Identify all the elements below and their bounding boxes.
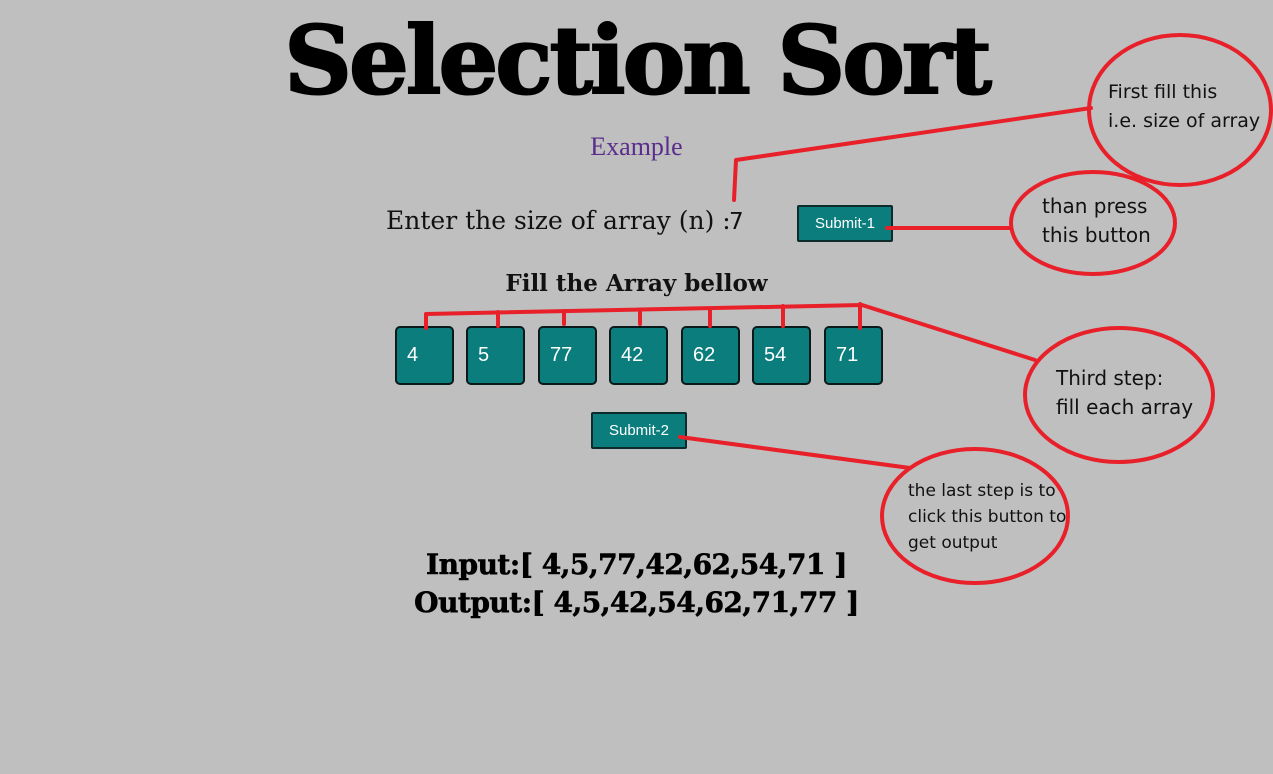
- annotation-ticks: [496, 302, 862, 330]
- annotation-note-1: First fill this i.e. size of array: [1108, 81, 1261, 132]
- example-link[interactable]: Example: [0, 132, 1273, 162]
- annotation-note-3: Third step: fill each array: [1056, 366, 1194, 419]
- submit-2-button[interactable]: Submit-2: [591, 412, 687, 449]
- size-label: Enter the size of array (n) :: [386, 206, 731, 235]
- output-result: Output:[ 4,5,42,54,62,71,77 ]: [414, 586, 860, 620]
- page-title: Selection Sort: [283, 6, 993, 116]
- annotation-note-2: than press this button: [1042, 194, 1151, 247]
- input-result: Input:[ 4,5,77,42,62,54,71 ]: [426, 548, 848, 582]
- array-input-7[interactable]: [824, 326, 883, 385]
- fill-array-heading: Fill the Array bellow: [505, 270, 768, 297]
- array-input-3[interactable]: [538, 326, 597, 385]
- array-input-4[interactable]: [609, 326, 668, 385]
- array-input-1[interactable]: [395, 326, 454, 385]
- array-input-5[interactable]: [681, 326, 740, 385]
- size-input[interactable]: [729, 207, 779, 237]
- array-input-2[interactable]: [466, 326, 525, 385]
- submit-1-button[interactable]: Submit-1: [797, 205, 893, 242]
- annotation-line-4: [678, 435, 912, 470]
- annotation-note-4: the last step is to click this button to…: [908, 481, 1067, 553]
- array-input-6[interactable]: [752, 326, 811, 385]
